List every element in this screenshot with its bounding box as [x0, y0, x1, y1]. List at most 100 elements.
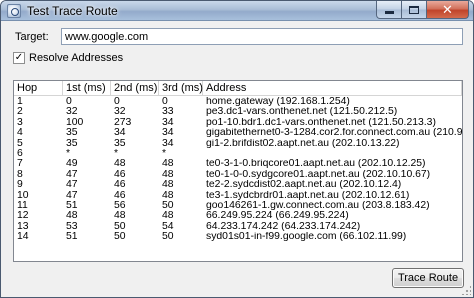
cell-hop: 7 [17, 159, 23, 170]
cell-second-ms: 273 [114, 117, 132, 128]
cell-second-ms: 48 [114, 159, 126, 170]
column-header-hop[interactable]: Hop [14, 81, 63, 96]
cell-third-ms: * [162, 148, 167, 159]
table-row[interactable]: 1 0 0 0 home.gateway (192.168.1.254) [14, 97, 462, 107]
cell-address: po1-10.bdr1.dc1-vars.onthenet.net (121.5… [206, 117, 436, 128]
column-header-address[interactable]: Address [203, 81, 462, 96]
table-row[interactable]: 10 47 46 48 te3-1.sydcbrdr01.aapt.net.au (20… [14, 191, 462, 201]
table-row[interactable]: 4 35 34 34 gigabitethernet0-3-1284.cor2.for.… [14, 128, 462, 138]
table-row[interactable]: 2 32 32 33 pe3.dc1-vars.onthenet.net (121.50… [14, 107, 462, 117]
column-header-2nd[interactable]: 2nd (ms) [111, 81, 159, 96]
cell-second-ms: 50 [114, 221, 126, 232]
cell-third-ms: 48 [162, 169, 174, 180]
cell-first-ms: 35 [66, 138, 78, 149]
cell-first-ms: 51 [66, 232, 78, 243]
table-row[interactable]: 9 47 46 48 te2-2.sydcdist02.aapt.net.au (202… [14, 180, 462, 190]
cell-first-ms: 53 [66, 221, 78, 232]
resolve-addresses-checkbox-row[interactable]: ✓ Resolve Addresses [13, 51, 123, 65]
cell-first-ms: 49 [66, 159, 78, 170]
cell-first-ms: * [66, 148, 71, 159]
cell-second-ms: 0 [114, 97, 120, 107]
cell-hop: 14 [17, 232, 29, 243]
cell-third-ms: 34 [162, 138, 174, 149]
table-row[interactable]: 14 51 50 50 syd01s01-in-f99.google.com (66.1… [14, 232, 462, 242]
title-bar[interactable]: Test Trace Route ✕ [1, 1, 473, 21]
cell-third-ms: 50 [162, 200, 174, 211]
app-icon [7, 4, 21, 18]
cell-second-ms: 50 [114, 232, 126, 243]
cell-second-ms: 46 [114, 180, 126, 191]
close-icon: ✕ [442, 1, 453, 17]
minimize-icon [384, 11, 394, 14]
target-input[interactable] [61, 28, 463, 45]
cell-third-ms: 34 [162, 117, 174, 128]
table-row[interactable]: 8 47 46 48 te0-1-0-0.sydgcore01.aapt.net.au … [14, 170, 462, 180]
list-rows: 1 0 0 0 home.gateway (192.168.1.254) 2 32 32 33 p… [14, 97, 462, 242]
cell-first-ms: 47 [66, 180, 78, 191]
close-button[interactable]: ✕ [427, 1, 469, 19]
maximize-button[interactable] [402, 1, 427, 19]
cell-second-ms: 35 [114, 138, 126, 149]
cell-first-ms: 100 [66, 117, 84, 128]
cell-address: syd01s01-in-f99.google.com (66.102.11.99… [206, 232, 407, 243]
cell-hop: 9 [17, 180, 23, 191]
cell-second-ms: * [114, 148, 119, 159]
caption-buttons: ✕ [376, 1, 469, 19]
cell-first-ms: 47 [66, 169, 78, 180]
cell-hop: 4 [17, 128, 23, 139]
cell-address: 64.233.174.242 (64.233.174.242) [206, 221, 361, 232]
cell-first-ms: 48 [66, 211, 78, 222]
cell-hop: 5 [17, 138, 23, 149]
table-row[interactable]: 11 51 56 50 goo146261-1.gw.connect.com.au (2… [14, 201, 462, 211]
cell-first-ms: 47 [66, 190, 78, 201]
cell-address: te0-3-1-0.briqcore01.aapt.net.au (202.10… [206, 159, 426, 170]
cell-hop: 10 [17, 190, 29, 201]
cell-second-ms: 32 [114, 107, 126, 118]
resolve-addresses-label: Resolve Addresses [29, 52, 124, 64]
cell-first-ms: 0 [66, 97, 72, 107]
table-row[interactable]: 13 53 50 54 64.233.174.242 (64.233.174.242) [14, 222, 462, 232]
table-row[interactable]: 7 49 48 48 te0-3-1-0.briqcore01.aapt.net.au … [14, 159, 462, 169]
cell-address: te0-1-0-0.sydgcore01.aapt.net.au (202.10… [206, 169, 431, 180]
cell-hop: 13 [17, 221, 29, 232]
column-header-1st[interactable]: 1st (ms) [63, 81, 111, 96]
trace-results-list[interactable]: Hop 1st (ms) 2nd (ms) 3rd (ms) Address 1… [13, 80, 463, 262]
check-icon: ✓ [14, 52, 24, 63]
trace-route-button[interactable]: Trace Route [392, 268, 464, 288]
target-label: Target: [15, 31, 49, 43]
resolve-addresses-checkbox[interactable]: ✓ [13, 52, 25, 64]
cell-hop: 2 [17, 107, 23, 118]
column-header-3rd[interactable]: 3rd (ms) [159, 81, 203, 96]
cell-third-ms: 50 [162, 232, 174, 243]
cell-address: te3-1.sydcbrdr01.aapt.net.au (202.10.12.… [206, 190, 410, 201]
cell-hop: 6 [17, 148, 23, 159]
cell-third-ms: 0 [162, 97, 168, 107]
cell-address: gi1-2.brifdist02.aapt.net.au (202.10.13.… [206, 138, 400, 149]
cell-second-ms: 46 [114, 190, 126, 201]
table-row[interactable]: 5 35 35 34 gi1-2.brifdist02.aapt.net.au (202… [14, 139, 462, 149]
cell-second-ms: 56 [114, 200, 126, 211]
cell-hop: 12 [17, 211, 29, 222]
cell-first-ms: 51 [66, 200, 78, 211]
cell-third-ms: 54 [162, 221, 174, 232]
minimize-button[interactable] [376, 1, 402, 19]
cell-third-ms: 33 [162, 107, 174, 118]
cell-address: pe3.dc1-vars.onthenet.net (121.50.212.5) [206, 107, 398, 118]
cell-third-ms: 48 [162, 211, 174, 222]
table-row[interactable]: 3 100 273 34 po1-10.bdr1.dc1-vars.onthenet.n… [14, 118, 462, 128]
window-title: Test Trace Route [27, 4, 118, 18]
cell-hop: 3 [17, 117, 23, 128]
trace-route-window: Test Trace Route ✕ Target: ✓ Resolve Add… [0, 0, 474, 298]
list-header: Hop 1st (ms) 2nd (ms) 3rd (ms) Address [14, 81, 462, 96]
cell-third-ms: 48 [162, 190, 174, 201]
table-row[interactable]: 6 * * * [14, 149, 462, 159]
cell-address: goo146261-1.gw.connect.com.au (203.8.183… [206, 200, 430, 211]
cell-third-ms: 48 [162, 180, 174, 191]
cell-first-ms: 32 [66, 107, 78, 118]
cell-hop: 8 [17, 169, 23, 180]
cell-address: 66.249.95.224 (66.249.95.224) [206, 211, 349, 222]
table-row[interactable]: 12 48 48 48 66.249.95.224 (66.249.95.224) [14, 211, 462, 221]
maximize-icon [409, 5, 419, 14]
cell-second-ms: 46 [114, 169, 126, 180]
cell-address: gigabitethernet0-3-1284.cor2.for.connect… [206, 128, 462, 139]
